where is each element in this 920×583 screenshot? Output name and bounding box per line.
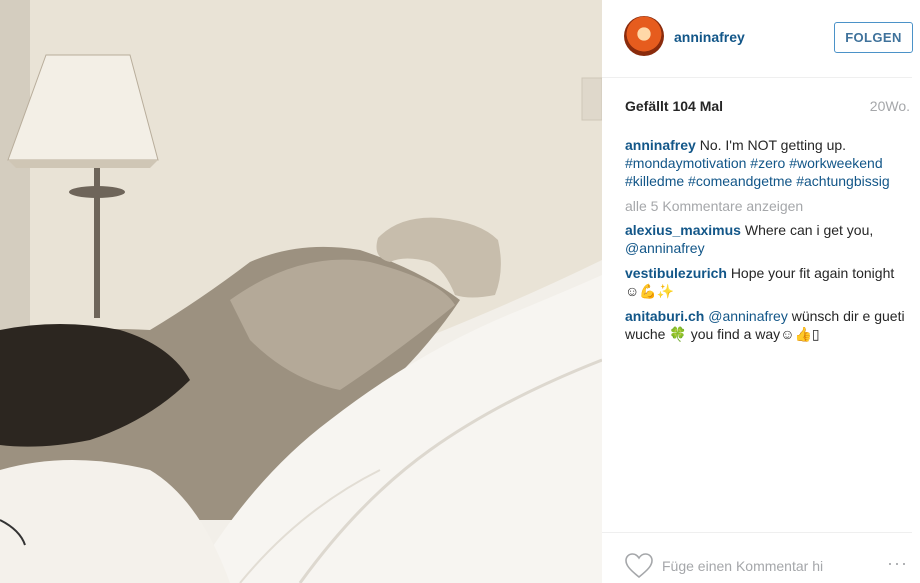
view-all-comments-link[interactable]: alle 5 Kommentare anzeigen [625, 197, 915, 215]
comment-emoji: ☺👍▯ [780, 326, 820, 342]
comment-item: anitaburi.ch @anninafrey wünsch dir e gu… [625, 307, 915, 343]
avatar[interactable] [624, 16, 664, 56]
follow-button[interactable]: FOLGEN [834, 22, 913, 53]
hashtag[interactable]: #killedme [625, 173, 684, 189]
hashtag[interactable]: #comeandgetme [688, 173, 792, 189]
likes-count[interactable]: Gefällt 104 Mal [625, 98, 723, 114]
comment-emoji: 🍀 [669, 326, 687, 342]
caption-text: No. I'm NOT getting up. [699, 137, 847, 153]
comment-mention[interactable]: @anninafrey [625, 240, 705, 256]
comment-username[interactable]: alexius_maximus [625, 222, 741, 238]
caption: anninafrey No. I'm NOT getting up. #mond… [625, 136, 915, 190]
comment-input[interactable] [662, 553, 838, 579]
hashtag[interactable]: #mondaymotivation [625, 155, 746, 171]
post-photo[interactable] [0, 0, 602, 583]
comment-emoji: ☺💪✨ [625, 283, 675, 299]
hashtag[interactable]: #zero [750, 155, 785, 171]
more-options-icon[interactable]: ··· [887, 553, 908, 574]
caption-username[interactable]: anninafrey [625, 137, 696, 153]
hashtag[interactable]: #workweekend [789, 155, 882, 171]
comments-list: anninafrey No. I'm NOT getting up. #mond… [625, 136, 915, 350]
comment-username[interactable]: vestibulezurich [625, 265, 727, 281]
comment-text: Hope your fit again tonight [730, 265, 895, 281]
comment-text: you find a way [690, 326, 781, 342]
hashtag[interactable]: #achtungbissig [796, 173, 889, 189]
photo-image [0, 0, 602, 583]
comment-username[interactable]: anitaburi.ch [625, 308, 704, 324]
post-sidebar: anninafrey FOLGEN Gefällt 104 Mal 20Wo. … [602, 0, 920, 583]
post-header: anninafrey FOLGEN [602, 0, 913, 78]
heart-icon[interactable] [625, 553, 653, 579]
author-username[interactable]: anninafrey [674, 29, 745, 45]
comment-item: alexius_maximus Where can i get you, @an… [625, 221, 915, 257]
post-age[interactable]: 20Wo. [870, 98, 910, 114]
comment-mention[interactable]: @anninafrey [708, 308, 788, 324]
comment-item: vestibulezurich Hope your fit again toni… [625, 264, 915, 300]
post-footer: ··· [602, 532, 912, 583]
comment-text: Where can i get you, [744, 222, 874, 238]
